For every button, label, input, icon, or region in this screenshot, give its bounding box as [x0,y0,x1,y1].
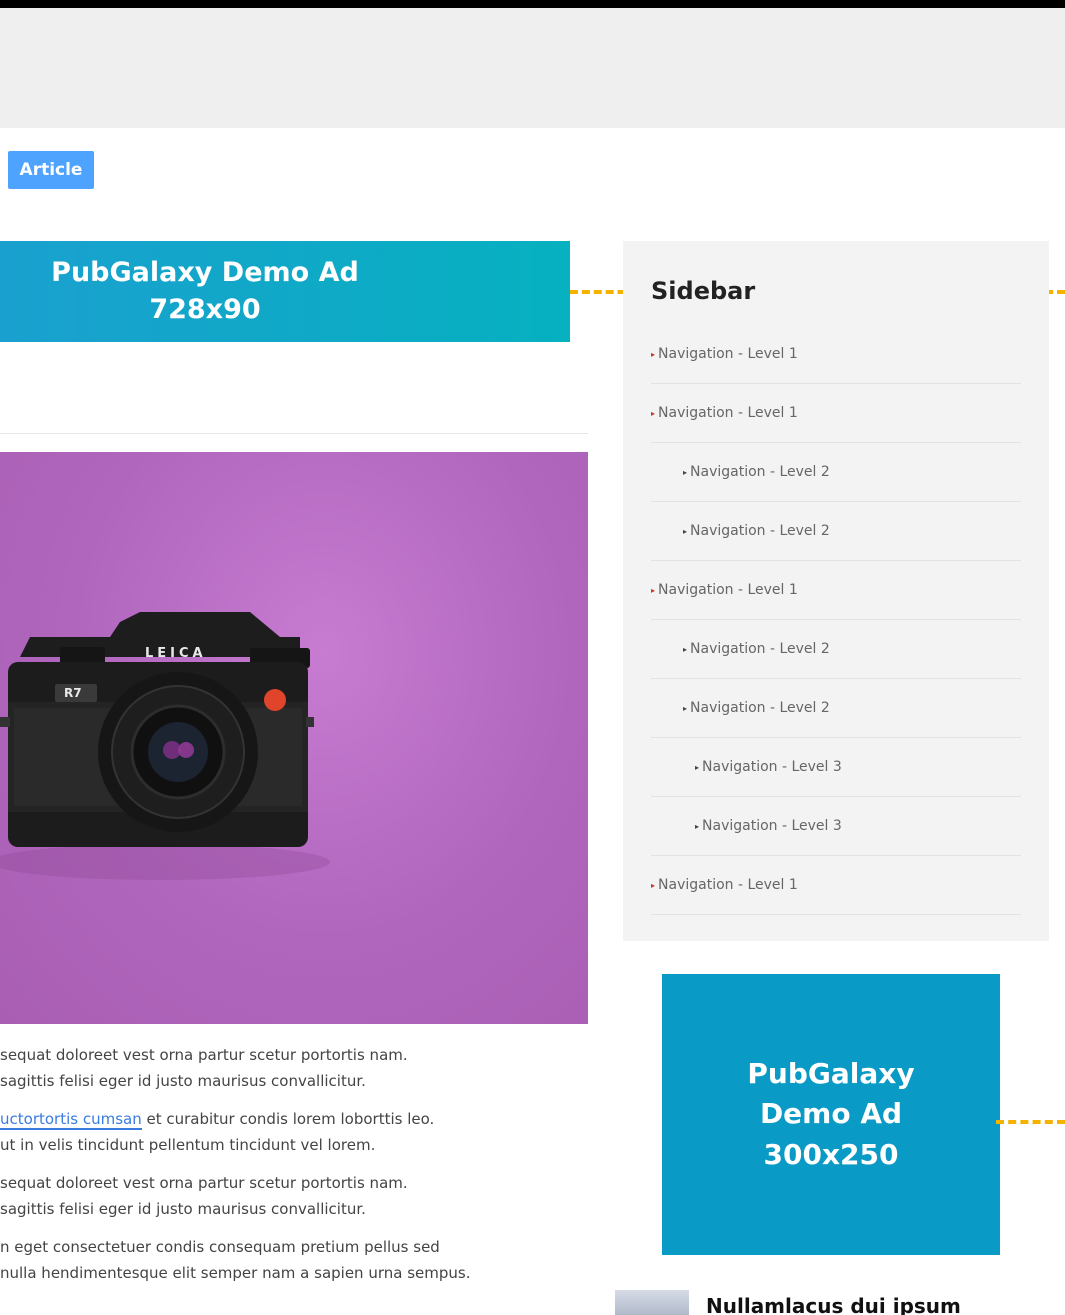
nav-item-label: Navigation - Level 2 [690,464,830,480]
sidebar-nav-item[interactable]: ▸ Navigation - Level 1 [651,384,1021,443]
nav-item-label: Navigation - Level 3 [702,818,842,834]
sidebar-nav-item[interactable]: ▸ Navigation - Level 2 [651,620,1021,679]
leaderboard-ad[interactable]: PubGalaxy Demo Ad 728x90 [0,241,570,342]
nav-item-label: Navigation - Level 2 [690,523,830,539]
article-paragraph: n eget consectetuer condis consequam pre… [0,1234,590,1286]
sidebar-title: Sidebar [651,277,756,305]
sidebar-nav-item[interactable]: ▸ Navigation - Level 1 [651,856,1021,915]
sidebar-nav-item[interactable]: ▸ Navigation - Level 1 [651,325,1021,384]
nav-item-label: Navigation - Level 1 [658,405,798,421]
top-bar [0,0,1065,8]
content-divider [0,433,588,434]
article-body: sequat doloreet vest orna partur scetur … [0,1042,590,1298]
nav-item-label: Navigation - Level 2 [690,641,830,657]
article-hero-image: R7 LEICA [0,452,588,1024]
article-line: ut in velis tincidunt pellentum tincidun… [0,1136,376,1154]
caret-right-icon: ▸ [651,585,656,595]
caret-right-icon: ▸ [683,526,688,536]
site-header [0,8,1065,128]
article-category-tag[interactable]: Article [8,151,94,189]
sidebar-nav-item[interactable]: ▸ Navigation - Level 2 [651,502,1021,561]
caret-right-icon: ▸ [683,467,688,477]
camera-illustration: R7 LEICA [0,612,330,880]
leaderboard-ad-size: 728x90 [149,293,261,325]
sidebar-ad-size: 300x250 [763,1137,899,1171]
sidebar: Sidebar ▸ Navigation - Level 1 ▸ Navigatio… [623,241,1049,941]
article-line: nulla hendimentesque elit semper nam a s… [0,1264,471,1282]
article-line: n eget consectetuer condis consequam pre… [0,1238,440,1256]
caret-right-icon: ▸ [651,408,656,418]
caret-right-icon: ▸ [683,644,688,654]
article-paragraph: sequat doloreet vest orna partur scetur … [0,1170,590,1222]
article-line: et curabitur condis lorem loborttis leo. [141,1110,435,1128]
article-paragraph: sequat doloreet vest orna partur scetur … [0,1042,590,1094]
recent-post-thumbnail[interactable] [615,1290,689,1315]
sidebar-ad-line: PubGalaxy [747,1056,915,1090]
article-line: sagittis felisi eger id justo maurisus c… [0,1200,366,1218]
sidebar-nav-item[interactable]: ▸ Navigation - Level 2 [651,679,1021,738]
article-paragraph: uctortortis cumsan et curabitur condis l… [0,1106,590,1158]
sidebar-nav-item[interactable]: ▸ Navigation - Level 3 [651,738,1021,797]
nav-item-label: Navigation - Level 3 [702,759,842,775]
sidebar-nav-item[interactable]: ▸ Navigation - Level 3 [651,797,1021,856]
camera-brand-text: LEICA [145,646,207,661]
caret-right-icon: ▸ [651,880,656,890]
article-line: sagittis felisi eger id justo maurisus c… [0,1072,366,1090]
sidebar-nav-item[interactable]: ▸ Navigation - Level 1 [651,561,1021,620]
caret-right-icon: ▸ [683,703,688,713]
article-line: sequat doloreet vest orna partur scetur … [0,1174,408,1192]
article-line: sequat doloreet vest orna partur scetur … [0,1046,408,1064]
article-inline-link[interactable]: uctortortis cumsan [0,1110,142,1130]
recent-post-title[interactable]: Nullamlacus dui ipsum [706,1294,961,1315]
sidebar-ad[interactable]: PubGalaxy Demo Ad 300x250 [662,974,1000,1255]
ad-guide-line [996,1120,1065,1124]
sidebar-ad-line: Demo Ad [759,1097,903,1131]
nav-item-label: Navigation - Level 1 [658,582,798,598]
caret-right-icon: ▸ [695,762,700,772]
nav-item-label: Navigation - Level 2 [690,700,830,716]
camera-model-text: R7 [64,686,82,700]
caret-right-icon: ▸ [695,821,700,831]
caret-right-icon: ▸ [651,349,656,359]
nav-item-label: Navigation - Level 1 [658,346,798,362]
nav-item-label: Navigation - Level 1 [658,877,798,893]
sidebar-nav: ▸ Navigation - Level 1 ▸ Navigation - Leve… [651,325,1021,915]
leaderboard-ad-title: PubGalaxy Demo Ad [51,257,359,289]
sidebar-nav-item[interactable]: ▸ Navigation - Level 2 [651,443,1021,502]
